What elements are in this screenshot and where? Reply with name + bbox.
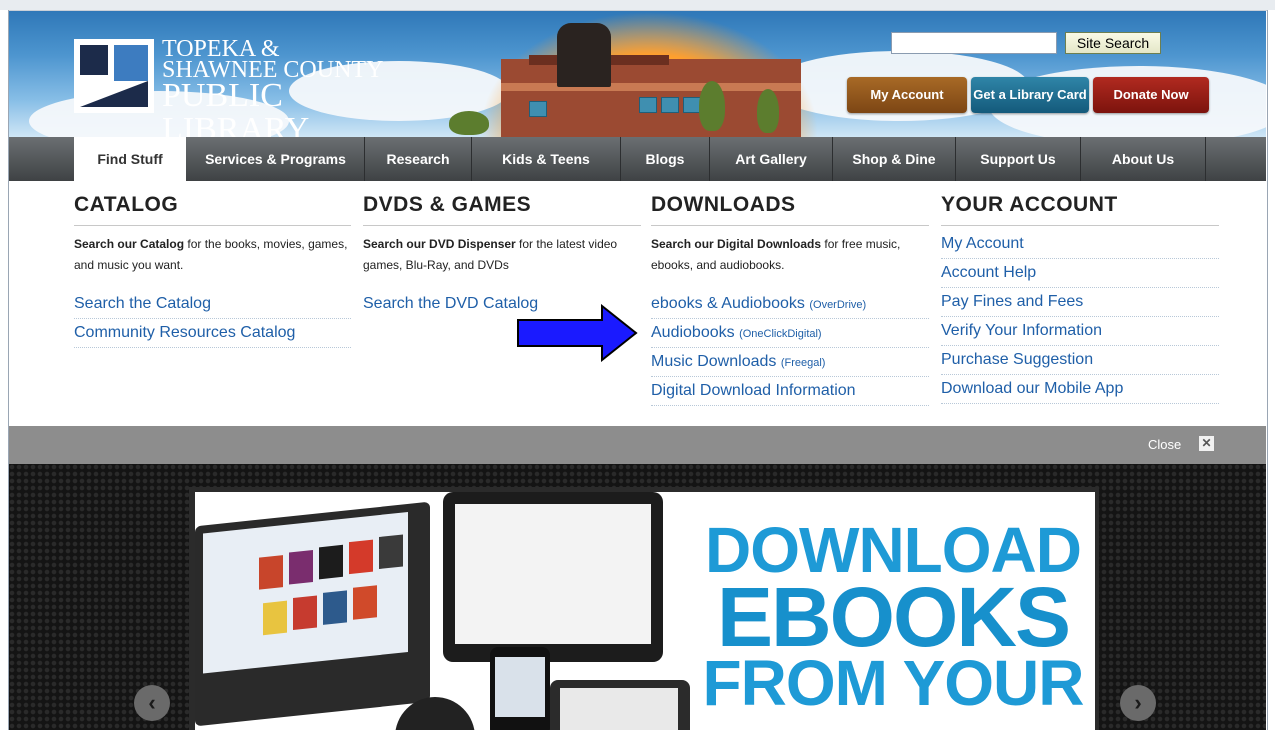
link-digital-download-information-text: Digital Download Information (651, 382, 856, 399)
dvds-description: Search our DVD Dispenser for the latest … (363, 234, 641, 276)
get-library-card-button[interactable]: Get a Library Card (971, 77, 1089, 113)
dvds-games-heading: DVDS & GAMES (363, 191, 641, 226)
book-cover (263, 600, 287, 636)
nav-find-stuff[interactable]: Find Stuff (74, 137, 186, 181)
library-tower (557, 23, 611, 87)
arrow-right-icon[interactable]: › (1120, 685, 1156, 721)
catalog-description-bold: Search our Catalog (74, 237, 185, 251)
link-audiobooks-note: (OneClickDigital) (739, 328, 822, 340)
close-label[interactable]: Close (1148, 437, 1181, 452)
tablet-image (443, 492, 663, 662)
book-cover (293, 595, 317, 631)
link-account-help[interactable]: Account Help (941, 259, 1219, 288)
building-window (529, 101, 547, 117)
link-music-downloads[interactable]: Music Downloads (Freegal) (651, 348, 929, 377)
your-account-column: YOUR ACCOUNT My Account Account Help Pay… (941, 191, 1219, 404)
book-cover (289, 549, 313, 585)
ereader-screen (560, 688, 678, 730)
shrubs (449, 111, 489, 135)
nav-services-programs[interactable]: Services & Programs (187, 137, 365, 181)
window-left-edge (0, 10, 9, 730)
nav-blogs[interactable]: Blogs (621, 137, 710, 181)
logo-shape (80, 81, 148, 107)
building-window (639, 97, 657, 113)
menu-close-bar (9, 426, 1266, 464)
slide-download-ebooks[interactable]: DOWNLOAD EBOOKS FROM YOUR (195, 492, 1095, 730)
window-right-edge (1267, 10, 1275, 730)
book-cover (259, 555, 283, 590)
building-window (661, 97, 679, 113)
link-verify-information[interactable]: Verify Your Information (941, 317, 1219, 346)
nav-about-us[interactable]: About Us (1081, 137, 1206, 181)
link-community-resources-catalog[interactable]: Community Resources Catalog (74, 319, 351, 348)
site-search-button[interactable]: Site Search (1065, 32, 1161, 54)
dvds-description-bold: Search our DVD Dispenser (363, 237, 516, 251)
nav-research[interactable]: Research (365, 137, 472, 181)
promo-line-3: FROM YOUR (702, 647, 1085, 720)
book-cover (323, 590, 347, 625)
link-download-mobile-app[interactable]: Download our Mobile App (941, 375, 1219, 404)
link-ebooks-audiobooks-text: ebooks & Audiobooks (651, 295, 805, 312)
laptop-screen (203, 511, 408, 674)
tablet-screen (455, 504, 651, 644)
logo-shape (114, 45, 148, 81)
nav-shop-dine[interactable]: Shop & Dine (833, 137, 956, 181)
library-building-band (501, 83, 801, 91)
link-purchase-suggestion[interactable]: Purchase Suggestion (941, 346, 1219, 375)
nav-kids-teens[interactable]: Kids & Teens (472, 137, 621, 181)
book-cover (379, 534, 403, 570)
downloads-description: Search our Digital Downloads for free mu… (651, 234, 929, 276)
donate-now-button[interactable]: Donate Now (1093, 77, 1209, 113)
catalog-links: Search the Catalog Community Resources C… (74, 290, 351, 348)
site-search-input[interactable] (891, 32, 1057, 54)
logo-shape (80, 45, 108, 75)
arrow-left-icon[interactable]: ‹ (134, 685, 170, 721)
phone-screen (495, 657, 545, 717)
nav-support-us[interactable]: Support Us (956, 137, 1081, 181)
promo-text: DOWNLOAD EBOOKS FROM YOUR (693, 518, 1093, 720)
link-music-downloads-note: (Freegal) (780, 357, 826, 369)
link-audiobooks[interactable]: Audiobooks (OneClickDigital) (651, 319, 929, 348)
link-audiobooks-text: Audiobooks (651, 324, 735, 341)
your-account-heading: YOUR ACCOUNT (941, 191, 1219, 226)
site-header: TOPEKA & SHAWNEE COUNTY PUBLIC LIBRARY S… (9, 11, 1266, 137)
annotation-arrow-icon (517, 304, 638, 362)
link-digital-download-information[interactable]: Digital Download Information (651, 377, 929, 406)
link-ebooks-audiobooks-note: (OverDrive) (809, 299, 867, 311)
promo-line-2: EBOOKS (716, 569, 1071, 664)
library-logo-mark[interactable] (74, 39, 154, 113)
page: TOPEKA & SHAWNEE COUNTY PUBLIC LIBRARY S… (0, 0, 1275, 730)
downloads-column: DOWNLOADS Search our Digital Downloads f… (651, 191, 929, 406)
link-my-account[interactable]: My Account (941, 230, 1219, 259)
logo-line-3: PUBLIC LIBRARY (162, 77, 310, 138)
tree (757, 89, 779, 133)
laptop-image (195, 501, 430, 727)
close-icon[interactable]: ✕ (1199, 436, 1214, 451)
downloads-links: ebooks & Audiobooks (OverDrive) Audioboo… (651, 290, 929, 406)
link-ebooks-audiobooks[interactable]: ebooks & Audiobooks (OverDrive) (651, 290, 929, 319)
book-cover (353, 585, 377, 620)
catalog-heading: CATALOG (74, 191, 351, 226)
nav-art-gallery[interactable]: Art Gallery (710, 137, 833, 181)
tree (699, 81, 725, 131)
browser-top-strip (0, 0, 1275, 11)
dvds-games-column: DVDS & GAMES Search our DVD Dispenser fo… (363, 191, 641, 318)
account-links: My Account Account Help Pay Fines and Fe… (941, 230, 1219, 404)
catalog-column: CATALOG Search our Catalog for the books… (74, 191, 351, 348)
phone-image (490, 647, 550, 730)
catalog-description: Search our Catalog for the books, movies… (74, 234, 351, 276)
downloads-description-bold: Search our Digital Downloads (651, 237, 822, 251)
book-cover (319, 544, 343, 580)
downloads-heading: DOWNLOADS (651, 191, 929, 226)
link-search-catalog[interactable]: Search the Catalog (74, 290, 351, 319)
my-account-button[interactable]: My Account (847, 77, 967, 113)
link-music-downloads-text: Music Downloads (651, 353, 777, 370)
library-logo-text[interactable]: TOPEKA & SHAWNEE COUNTY PUBLIC LIBRARY (162, 37, 432, 137)
book-cover (349, 539, 373, 575)
ereader-image (550, 680, 690, 730)
main-nav: Find Stuff Services & Programs Research … (9, 137, 1266, 181)
link-pay-fines[interactable]: Pay Fines and Fees (941, 288, 1219, 317)
